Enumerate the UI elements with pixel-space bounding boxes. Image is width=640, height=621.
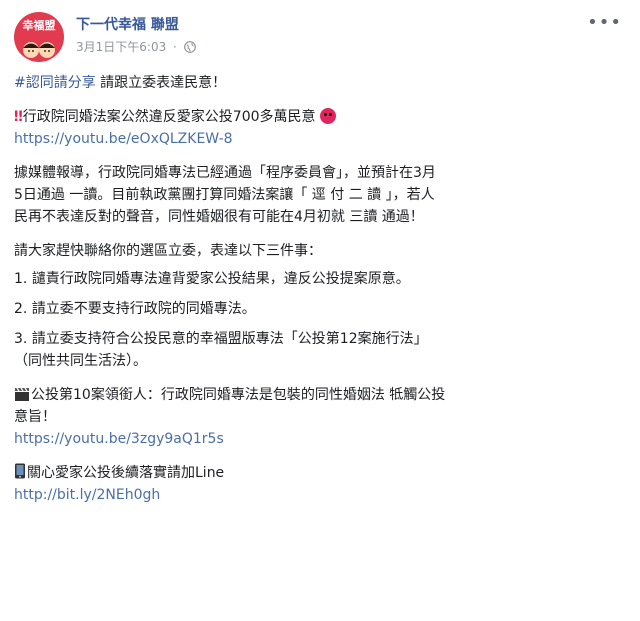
youtube-link-2[interactable]: https://youtu.be/3zgy9aQ1r5s: [14, 431, 224, 447]
youtube-link-1[interactable]: https://youtu.be/eOxQLZKEW-8: [14, 131, 233, 147]
facebook-post: 幸福盟 下一代幸福 聯盟 3月1日下午6:03 · ••• #認同請分享 請跟立…: [0, 0, 640, 621]
link2-line: https://youtu.be/3zgy9aQ1r5s: [14, 428, 626, 450]
link1-line: https://youtu.be/eOxQLZKEW-8: [14, 128, 626, 150]
post-meta: 3月1日下午6:03 ·: [76, 38, 196, 55]
paragraph-line: 民再不表達反對的聲音，同性婚姻很有可能在4月初就 三讀 通過！: [14, 209, 424, 225]
paragraph-report: 據媒體報導，行政院同婚專法已經通過「程序委員會」，並預計在3月 5日通過 一讀。…: [14, 162, 626, 228]
intro-line: #認同請分享 請跟立委表達民意！: [14, 72, 626, 94]
avatar-logo-text: 幸福盟: [22, 19, 56, 32]
clapper-line-continuation: 意旨！: [14, 409, 56, 425]
short-link[interactable]: http://bit.ly/2NEh0gh: [14, 487, 160, 503]
clapper-text: 公投第10案領銜人：行政院同婚專法是包裝的同性婚姻法 牴觸公投: [31, 387, 446, 403]
headline-text: 行政院同婚法案公然違反愛家公投700多萬民意: [22, 109, 316, 125]
paragraph-line: 5日通過 一讀。目前執政黨團打算同婚法案讓「 逕 付 二 讀 」，若人: [14, 187, 435, 203]
link3-line: http://bit.ly/2NEh0gh: [14, 484, 626, 506]
page-avatar[interactable]: 幸福盟: [14, 12, 64, 62]
clapper-line: 公投第10案領銜人：行政院同婚專法是包裝的同性婚姻法 牴觸公投: [14, 384, 626, 406]
page-name-link[interactable]: 下一代幸福 聯盟: [76, 14, 179, 34]
mobile-phone-icon: [15, 463, 25, 479]
paragraph-line: 據媒體報導，行政院同婚專法已經通過「程序委員會」，並預計在3月: [14, 165, 436, 181]
list-item: 2. 請立委不要支持行政院的同婚專法。: [14, 301, 256, 317]
intro-text: 請跟立委表達民意！: [95, 75, 227, 91]
hashtag-link[interactable]: #認同請分享: [14, 75, 96, 91]
post-timestamp[interactable]: 3月1日下午6:03: [76, 40, 166, 54]
line-invite: 關心愛家公投後續落實請加Line: [14, 462, 626, 484]
list-item: 1. 譴責行政院同婚專法違背愛家公投結果，違反公投提案原意。: [14, 271, 410, 287]
globe-icon[interactable]: [183, 41, 196, 53]
meta-separator: ·: [173, 40, 177, 54]
list-item-continuation: （同性共同生活法）。: [14, 353, 147, 369]
post-body: #認同請分享 請跟立委表達民意！ ‼行政院同婚法案公然違反愛家公投700多萬民意…: [14, 72, 626, 506]
post-header: 幸福盟 下一代幸福 聯盟 3月1日下午6:03 · •••: [14, 12, 630, 62]
clapper-board-icon: [15, 387, 29, 401]
avatar-faces-icon: [23, 42, 55, 58]
line-invite-text: 關心愛家公投後續落實請加Line: [27, 465, 225, 481]
double-exclamation-icon: ‼: [14, 109, 23, 125]
list-item: 3. 請立委支持符合公投民意的幸福盟版專法「公投第12案施行法」: [14, 331, 428, 347]
more-options-icon[interactable]: •••: [587, 12, 622, 33]
angry-face-icon: [319, 108, 336, 124]
call-to-action-intro: 請大家趕快聯絡你的選區立委，表達以下三件事：: [14, 243, 322, 259]
headline-line: ‼行政院同婚法案公然違反愛家公投700多萬民意: [14, 106, 626, 128]
